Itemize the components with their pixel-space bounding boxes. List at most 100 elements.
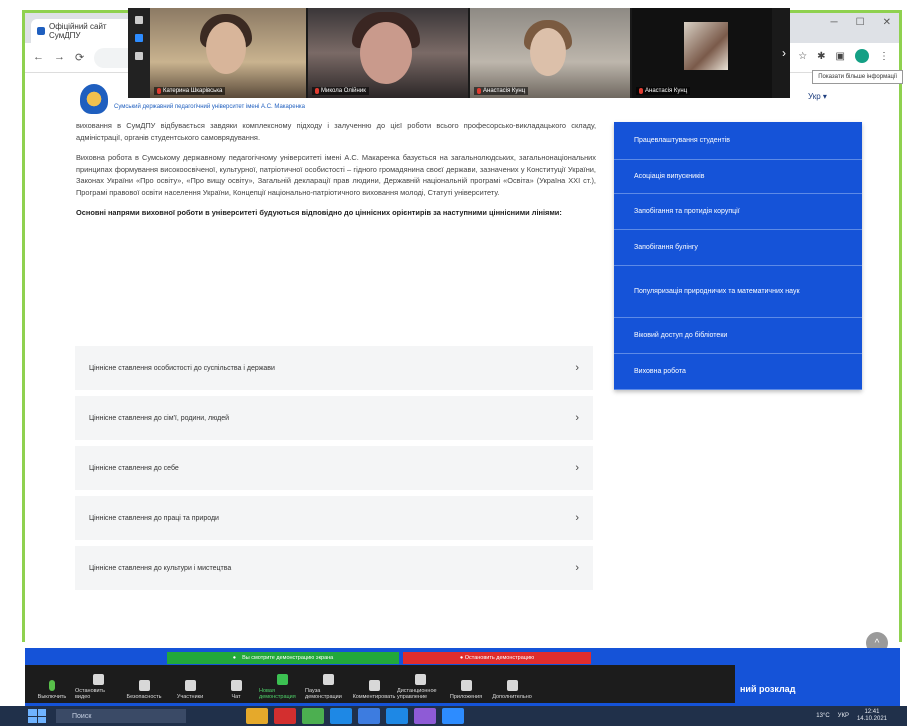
- content-paragraph: Виховна робота в Сумському державному пе…: [76, 152, 596, 198]
- weather-label[interactable]: 13°C: [816, 713, 829, 719]
- minimize-icon[interactable]: ─: [831, 17, 838, 28]
- tab-title: Офіційний сайт СумДПУ: [49, 22, 107, 40]
- sidebar-item[interactable]: Виховна робота: [614, 354, 862, 390]
- share-screen-button[interactable]: Новая демонстрация: [259, 666, 305, 700]
- accordion-item[interactable]: Ціннісне ставлення до себе ›: [75, 446, 593, 490]
- zoom-app-icon[interactable]: [442, 708, 464, 724]
- content-paragraph: виховання в СумДПУ відбувається завдяки …: [76, 121, 596, 142]
- more-button[interactable]: Дополнительно: [489, 666, 535, 700]
- pause-icon: [322, 674, 334, 685]
- chat-button[interactable]: Чат: [213, 666, 259, 700]
- language-switch[interactable]: Укр ▾: [808, 92, 827, 101]
- participant-avatar-image: [684, 22, 728, 70]
- window-controls: ─ ☐ ✕: [831, 17, 891, 28]
- app-5-icon[interactable]: [386, 708, 408, 724]
- language-indicator[interactable]: УКР: [838, 713, 849, 719]
- taskbar-apps: [246, 708, 464, 724]
- toolbar-button-label: Дистанционное управление: [397, 688, 437, 700]
- chevron-right-icon: ›: [575, 462, 579, 474]
- sidebar-item[interactable]: Популяризація природничих та математични…: [614, 266, 862, 318]
- sidebar-item[interactable]: Працевлаштування студентів: [614, 122, 862, 160]
- forward-icon[interactable]: →: [54, 51, 65, 64]
- reload-icon[interactable]: ⟳: [75, 51, 84, 64]
- gallery-view-icon[interactable]: [135, 52, 143, 60]
- tooltip: Показати більше інформації: [812, 70, 903, 84]
- speaker-view-icon[interactable]: [135, 34, 143, 42]
- clock[interactable]: 12:41 14.10.2021: [857, 709, 887, 722]
- frame-border-left: [22, 10, 25, 642]
- windows-start-icon[interactable]: [28, 709, 46, 723]
- extension-icon[interactable]: ✱: [817, 51, 825, 62]
- annotate-button[interactable]: Комментировать: [351, 666, 397, 700]
- opera-app-icon[interactable]: [274, 708, 296, 724]
- video-tile[interactable]: Анастасія Кунц: [632, 8, 772, 98]
- pause-button[interactable]: Пауза демонстрации: [305, 666, 351, 700]
- accordion-item-label: Ціннісне ставлення до праці та природи: [89, 514, 219, 522]
- participant-face: [206, 22, 246, 74]
- nav-buttons: ← → ⟳: [25, 51, 84, 64]
- participant-name: Анастасія Кунц: [483, 88, 526, 94]
- participant-face: [360, 22, 412, 84]
- taskbar-search-input[interactable]: Поиск: [56, 709, 186, 723]
- chevron-right-icon: ›: [575, 362, 579, 374]
- app-4-icon[interactable]: [358, 708, 380, 724]
- menu-icon[interactable]: ⋮: [879, 51, 889, 62]
- profile-avatar[interactable]: [855, 49, 869, 63]
- sidebar-item[interactable]: Запобігання булінгу: [614, 230, 862, 266]
- participants-button[interactable]: Участники: [167, 666, 213, 700]
- chrome-app-icon[interactable]: [302, 708, 324, 724]
- video-tile[interactable]: Катерина Шкарівська: [150, 8, 306, 98]
- clock-date: 14.10.2021: [856, 715, 887, 722]
- muted-mic-icon: [639, 88, 643, 94]
- star-icon[interactable]: ☆: [798, 51, 807, 62]
- video-icon: [92, 674, 104, 685]
- share-screen-icon: [276, 674, 288, 685]
- apps-button[interactable]: Приложения: [443, 666, 489, 700]
- back-icon[interactable]: ←: [33, 51, 44, 64]
- accordion-item-label: Ціннісне ставлення до себе: [89, 464, 179, 472]
- windows-taskbar: Поиск 13°C УКР 12:41 14.10.2021: [0, 706, 907, 726]
- video-tile[interactable]: Анастасія Кунц: [470, 8, 630, 98]
- mic-icon: [49, 680, 55, 691]
- toolbar-button-label: Комментировать: [352, 694, 396, 700]
- toolbar-actions: ☆ ✱ ▣ ⋮: [798, 49, 889, 63]
- participant-name: Катерина Шкарівська: [163, 88, 223, 94]
- screen-share-label: Вы смотрите демонстрацию экрана: [242, 655, 334, 661]
- stop-share-button[interactable]: ● Остановить демонстрацию: [403, 652, 591, 664]
- shield-button[interactable]: Безопасность: [121, 666, 167, 700]
- viber-app-icon[interactable]: [414, 708, 436, 724]
- explorer-app-icon[interactable]: [246, 708, 268, 724]
- accordion-item[interactable]: Ціннісне ставлення до культури і мистецт…: [75, 546, 593, 590]
- sidebar-item[interactable]: Віковий доступ до бібліотеки: [614, 318, 862, 354]
- mic-button[interactable]: Выключить: [29, 666, 75, 700]
- zoom-meeting-toolbar: Выключить Остановить видео Безопасность Уча…: [25, 665, 735, 703]
- screen-share-banner: ● Вы смотрите демонстрацию экрана: [167, 652, 399, 664]
- accordion-item-label: Ціннісне ставлення особистості до суспіл…: [89, 364, 275, 372]
- site-logo[interactable]: [80, 84, 108, 114]
- accordion-item-label: Ціннісне ставлення до культури і мистецт…: [89, 564, 232, 572]
- edge-app-icon[interactable]: [330, 708, 352, 724]
- values-accordion: Ціннісне ставлення особистості до суспіл…: [75, 346, 593, 596]
- accordion-item[interactable]: Ціннісне ставлення до праці та природи ›: [75, 496, 593, 540]
- main-content: виховання в СумДПУ відбувається завдяки …: [76, 120, 596, 227]
- muted-mic-icon: [477, 88, 481, 94]
- maximize-icon[interactable]: ☐: [856, 17, 865, 28]
- accordion-item[interactable]: Ціннісне ставлення до сім'ї, родини, люд…: [75, 396, 593, 440]
- sidebar-item[interactable]: Асоціація випускників: [614, 160, 862, 194]
- footer-schedule-link[interactable]: ний розклад: [740, 684, 795, 694]
- video-tile[interactable]: Микола Олійник: [308, 8, 468, 98]
- remote-control-button[interactable]: Дистанционное управление: [397, 666, 443, 700]
- video-button[interactable]: Остановить видео: [75, 666, 121, 700]
- tab-search-icon[interactable]: ▣: [836, 51, 845, 62]
- accordion-item[interactable]: Ціннісне ставлення особистості до суспіл…: [75, 346, 593, 390]
- more-icon: [506, 680, 518, 691]
- close-icon[interactable]: ✕: [883, 17, 891, 28]
- sidebar-item[interactable]: Запобігання та протидія корупції: [614, 194, 862, 230]
- minimize-video-icon[interactable]: [135, 16, 143, 24]
- system-tray: 13°C УКР 12:41 14.10.2021: [816, 709, 887, 722]
- frame-border-right: [899, 10, 902, 642]
- accordion-item-label: Ціннісне ставлення до сім'ї, родини, люд…: [89, 414, 230, 422]
- participant-name: Микола Олійник: [321, 88, 366, 94]
- next-page-arrow-icon[interactable]: ›: [782, 46, 786, 60]
- video-strip-controls: [128, 8, 150, 98]
